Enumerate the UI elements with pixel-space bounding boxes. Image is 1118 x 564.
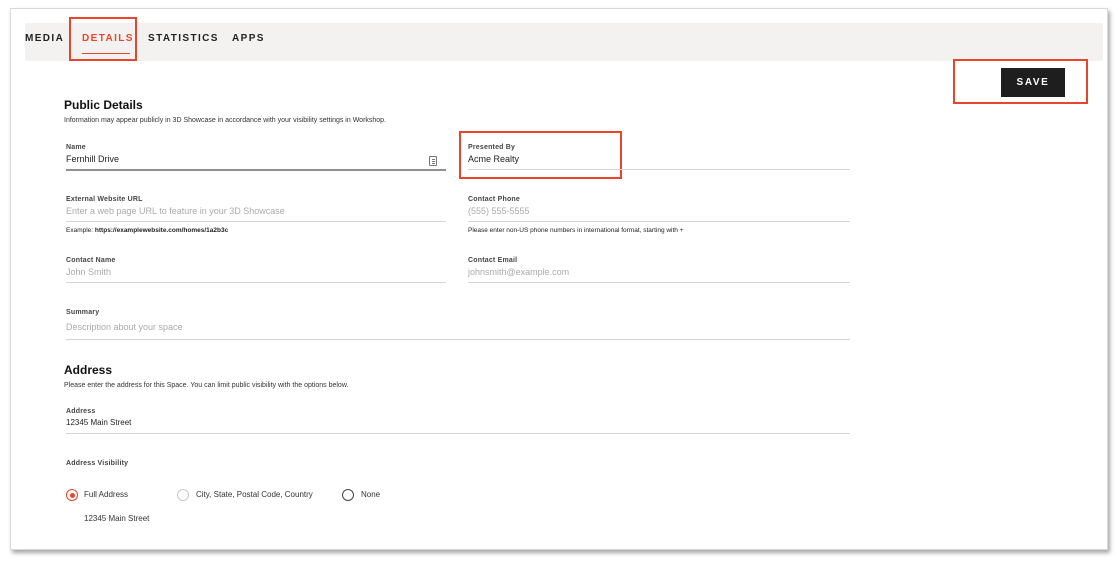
name-field[interactable]: Name Fernhill Drive <box>66 144 446 172</box>
public-details-heading: Public Details <box>64 98 143 112</box>
contact-email-label: Contact Email <box>468 257 518 264</box>
address-visibility-label: Address Visibility <box>66 460 129 467</box>
address-underline <box>66 433 850 434</box>
address-label: Address <box>66 408 96 415</box>
save-button[interactable]: SAVE <box>1001 68 1065 97</box>
contact-phone-underline <box>468 221 850 222</box>
radio-full-address[interactable] <box>66 489 78 501</box>
name-underline <box>66 169 446 171</box>
contact-phone-field[interactable]: Contact Phone (555) 555-5555 <box>468 196 850 224</box>
summary-field[interactable]: Summary Description about your space <box>66 309 850 341</box>
summary-underline <box>66 339 850 340</box>
external-url-input[interactable]: Enter a web page URL to feature in your … <box>66 206 446 216</box>
presented-by-field[interactable]: Presented By Acme Realty <box>468 144 850 172</box>
external-url-hint-example: https://examplewebsite.com/homes/1a2b3c <box>94 227 229 234</box>
address-value[interactable]: 12345 Main Street <box>66 418 850 427</box>
name-label: Name <box>66 144 86 151</box>
external-url-hint-prefix: Example: <box>66 227 94 234</box>
external-url-label: External Website URL <box>66 196 143 203</box>
radio-city-state[interactable] <box>177 489 189 501</box>
address-preview: 12345 Main Street <box>84 514 150 523</box>
summary-label: Summary <box>66 309 100 316</box>
contact-name-label: Contact Name <box>66 257 116 264</box>
presented-by-underline <box>468 169 850 170</box>
contact-name-underline <box>66 282 446 283</box>
address-heading: Address <box>64 363 113 377</box>
tab-media[interactable]: MEDIA <box>25 33 64 44</box>
contact-phone-label: Contact Phone <box>468 196 520 203</box>
radio-none[interactable] <box>342 489 354 501</box>
contact-email-field[interactable]: Contact Email johnsmith@example.com <box>468 257 850 285</box>
contact-email-input[interactable]: johnsmith@example.com <box>468 267 850 277</box>
tab-details[interactable]: DETAILS <box>82 33 134 44</box>
external-url-hint: Example: https://examplewebsite.com/home… <box>66 227 228 234</box>
address-field[interactable]: Address 12345 Main Street <box>66 408 850 436</box>
contact-phone-input[interactable]: (555) 555-5555 <box>468 206 850 216</box>
name-value[interactable]: Fernhill Drive <box>66 154 446 164</box>
contact-name-field[interactable]: Contact Name John Smith <box>66 257 446 285</box>
public-details-description: Information may appear publicly in 3D Sh… <box>64 117 387 124</box>
contact-name-input[interactable]: John Smith <box>66 267 446 277</box>
contact-email-underline <box>468 282 850 283</box>
presented-by-value[interactable]: Acme Realty <box>468 154 850 164</box>
summary-input[interactable]: Description about your space <box>66 322 850 332</box>
details-panel: MEDIA DETAILS STATISTICS APPS SAVE Publi… <box>10 8 1108 550</box>
radio-city-state-label[interactable]: City, State, Postal Code, Country <box>196 490 313 499</box>
address-description: Please enter the address for this Space.… <box>64 382 349 389</box>
radio-none-label[interactable]: None <box>361 490 380 499</box>
external-url-field[interactable]: External Website URL Enter a web page UR… <box>66 196 446 224</box>
external-url-underline <box>66 221 446 222</box>
active-tab-indicator <box>82 53 130 54</box>
tab-statistics[interactable]: STATISTICS <box>148 33 219 44</box>
radio-full-address-label[interactable]: Full Address <box>84 490 128 499</box>
tab-apps[interactable]: APPS <box>232 33 265 44</box>
character-count-icon <box>429 156 437 166</box>
contact-phone-hint: Please enter non-US phone numbers in int… <box>468 227 684 234</box>
tab-bar: MEDIA DETAILS STATISTICS APPS <box>25 23 1103 61</box>
presented-by-label: Presented By <box>468 144 516 151</box>
